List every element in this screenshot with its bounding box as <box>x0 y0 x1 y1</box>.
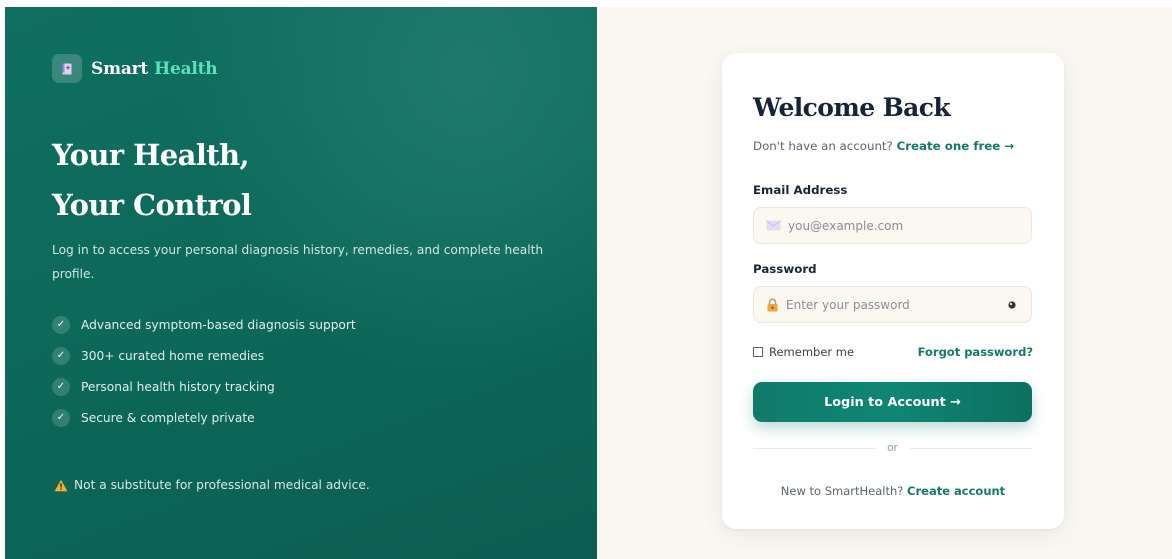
lock-icon <box>767 297 778 311</box>
checkbox-box[interactable] <box>753 347 763 357</box>
check-icon: ✓ <box>52 315 70 334</box>
email-input[interactable] <box>788 208 1031 243</box>
feature-list: ✓ Advanced symptom-based diagnosis suppo… <box>52 309 356 433</box>
new-user-prompt: New to SmartHealth? Create account <box>722 484 1064 498</box>
password-field[interactable] <box>753 286 1032 323</box>
feature-label: 300+ curated home remedies <box>81 348 265 363</box>
hero-title-line2: Your Control <box>52 188 252 222</box>
disclaimer-text: Not a substitute for professional medica… <box>74 478 370 492</box>
hero-title: Your Health, Your Control <box>52 130 252 230</box>
check-icon: ✓ <box>52 346 70 365</box>
brand-name-part1: Smart <box>91 58 149 79</box>
forgot-password-link[interactable]: Forgot password? <box>918 345 1033 359</box>
feature-label: Secure & completely private <box>81 410 255 425</box>
feature-item: ✓ Secure & completely private <box>52 402 356 433</box>
medical-disclaimer: Not a substitute for professional medica… <box>54 478 370 492</box>
check-icon: ✓ <box>52 377 70 396</box>
password-label: Password <box>753 262 817 276</box>
eye-icon[interactable] <box>999 292 1025 318</box>
hero-panel: Smart Health Your Health, Your Control Lo… <box>5 7 597 559</box>
envelope-icon <box>766 220 781 231</box>
login-panel: Welcome Back Don't have an account? Crea… <box>597 7 1172 559</box>
divider-line <box>909 447 1032 449</box>
login-title: Welcome Back <box>753 93 951 122</box>
brand-logo[interactable]: Smart Health <box>52 54 218 83</box>
brand-name: Smart Health <box>91 58 218 79</box>
new-user-text: New to SmartHealth? <box>780 484 904 498</box>
medical-book-icon <box>52 54 82 83</box>
password-input[interactable] <box>786 287 992 322</box>
feature-label: Personal health history tracking <box>81 379 275 394</box>
divider-line <box>753 447 876 449</box>
login-button[interactable]: Login to Account → <box>753 382 1032 422</box>
warning-icon <box>54 479 68 491</box>
create-account-link[interactable]: Create account <box>907 484 1005 498</box>
remember-me-checkbox[interactable]: Remember me <box>753 345 854 359</box>
feature-item: ✓ Advanced symptom-based diagnosis suppo… <box>52 309 356 340</box>
login-card: Welcome Back Don't have an account? Crea… <box>722 53 1064 529</box>
login-page: Smart Health Your Health, Your Control Lo… <box>5 7 1172 559</box>
hero-subtitle: Log in to access your personal diagnosis… <box>52 243 544 281</box>
email-label: Email Address <box>753 183 848 197</box>
brand-name-part2: Health <box>154 58 218 79</box>
feature-item: ✓ 300+ curated home remedies <box>52 340 356 371</box>
hero-title-line1: Your Health, <box>52 138 250 172</box>
create-account-free-link[interactable]: Create one free → <box>897 139 1015 153</box>
check-icon: ✓ <box>52 408 70 427</box>
divider-text: or <box>887 442 898 454</box>
email-field[interactable] <box>753 207 1032 244</box>
remember-me-label: Remember me <box>769 345 855 359</box>
signup-prompt: Don't have an account? Create one free → <box>753 139 1014 153</box>
or-divider: or <box>753 441 1032 455</box>
feature-label: Advanced symptom-based diagnosis support <box>81 317 356 332</box>
signup-prompt-text: Don't have an account? <box>753 139 893 153</box>
feature-item: ✓ Personal health history tracking <box>52 371 356 402</box>
